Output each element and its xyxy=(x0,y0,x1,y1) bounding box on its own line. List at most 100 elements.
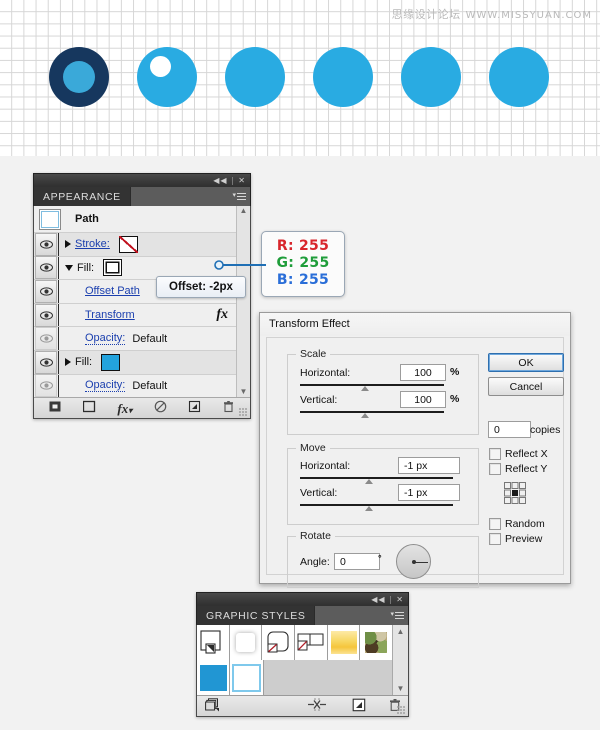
cancel-button[interactable]: Cancel xyxy=(488,377,564,396)
appearance-row-opacity-2[interactable]: Opacity: Default xyxy=(34,374,237,398)
transform-cell[interactable]: Transform fx xyxy=(59,304,237,327)
graphic-styles-titlebar-icons[interactable]: ◀◀ | ✕ xyxy=(371,594,404,605)
style-outlined-blue[interactable] xyxy=(230,660,264,696)
style-yellow-gradient[interactable] xyxy=(327,625,361,661)
visibility-eye-icon[interactable] xyxy=(35,303,57,327)
fill-blue-label: Fill: xyxy=(75,356,93,369)
panel-menu-button[interactable]: ▾ xyxy=(232,190,246,202)
move-vertical-slider[interactable] xyxy=(300,504,453,506)
collapse-icon[interactable]: ◀◀ xyxy=(213,176,227,185)
scale-horizontal-slider-thumb[interactable] xyxy=(361,386,369,391)
appearance-target-row[interactable]: Path xyxy=(34,206,237,233)
checkbox-box-icon[interactable] xyxy=(489,448,501,460)
stroke-cell[interactable]: Stroke: xyxy=(59,233,237,256)
collapse-icon[interactable]: ◀◀ xyxy=(371,595,385,604)
scroll-down-icon[interactable]: ▼ xyxy=(397,684,405,693)
style-rounded-nofill[interactable] xyxy=(262,625,296,661)
checkbox-box-icon[interactable] xyxy=(489,518,501,530)
style-default-none[interactable] xyxy=(197,625,230,661)
clear-appearance-icon[interactable] xyxy=(154,400,167,416)
opacity-1-label[interactable]: Opacity: xyxy=(85,332,126,346)
preview-checkbox[interactable]: Preview xyxy=(489,533,542,545)
style-solid-blue[interactable] xyxy=(197,660,231,696)
move-vertical-input[interactable]: -1 px xyxy=(398,484,460,501)
rotate-group: Rotate Angle: 0 ° xyxy=(287,530,479,588)
fx-icon[interactable]: fx xyxy=(216,307,228,323)
reflect-y-checkbox[interactable]: Reflect Y xyxy=(489,463,547,475)
move-vertical-slider-thumb[interactable] xyxy=(365,506,373,511)
scale-horizontal-input[interactable]: 100 xyxy=(400,364,446,381)
appearance-scrollbar[interactable]: ▲ ▼ xyxy=(236,206,250,398)
callout-connector-line xyxy=(214,260,266,270)
rotate-angle-dial[interactable] xyxy=(396,544,431,579)
visibility-eye-icon[interactable] xyxy=(35,256,57,280)
scroll-up-icon[interactable]: ▲ xyxy=(397,627,405,636)
expand-triangle-icon[interactable] xyxy=(65,358,71,367)
appearance-titlebar-icons[interactable]: ◀◀ | ✕ xyxy=(213,175,246,186)
checkbox-box-icon[interactable] xyxy=(489,533,501,545)
visibility-eye-icon[interactable] xyxy=(35,374,57,398)
move-horizontal-slider-thumb[interactable] xyxy=(365,479,373,484)
appearance-panel-titlebar[interactable]: ◀◀ | ✕ xyxy=(33,173,251,187)
visibility-eye-icon[interactable] xyxy=(35,327,57,351)
appearance-row-opacity-1[interactable]: Opacity: Default xyxy=(34,327,237,351)
scale-vertical-slider[interactable] xyxy=(300,411,444,413)
circle-plain-4 xyxy=(313,47,373,107)
checkbox-box-icon[interactable] xyxy=(489,463,501,475)
visibility-eye-icon[interactable] xyxy=(35,232,57,256)
offset-path-label[interactable]: Offset Path xyxy=(85,285,140,297)
reflect-x-checkbox[interactable]: Reflect X xyxy=(489,448,548,460)
appearance-row-stroke[interactable]: Stroke: xyxy=(34,232,237,257)
add-new-stroke-icon[interactable] xyxy=(49,400,62,416)
add-new-fill-icon[interactable] xyxy=(82,400,96,416)
anchor-point-grid-icon[interactable] xyxy=(503,481,527,505)
style-soft-shadow[interactable] xyxy=(229,625,263,661)
close-icon[interactable]: ✕ xyxy=(396,595,404,604)
ok-button[interactable]: OK xyxy=(488,353,564,372)
fill-swatch-white[interactable] xyxy=(103,259,123,277)
opacity-2-cell[interactable]: Opacity: Default xyxy=(59,375,237,398)
scale-vertical-input[interactable]: 100 xyxy=(400,391,446,408)
duplicate-item-icon[interactable] xyxy=(188,400,201,416)
rotate-angle-input[interactable]: 0 xyxy=(334,553,380,570)
scroll-up-icon[interactable]: ▲ xyxy=(240,206,248,216)
break-link-to-style-icon[interactable] xyxy=(306,698,328,714)
panel-menu-button[interactable]: ▾ xyxy=(390,609,404,621)
appearance-row-fill-blue[interactable]: Fill: xyxy=(34,350,237,375)
scroll-down-icon[interactable]: ▼ xyxy=(240,387,248,397)
panel-resize-gripper[interactable] xyxy=(397,706,405,714)
graphic-styles-libraries-icon[interactable] xyxy=(205,697,221,715)
opacity-1-cell[interactable]: Opacity: Default xyxy=(59,327,237,350)
style-camo-pattern[interactable] xyxy=(360,625,394,661)
panel-resize-gripper[interactable] xyxy=(239,408,247,417)
opacity-2-label[interactable]: Opacity: xyxy=(85,379,126,393)
graphic-styles-titlebar[interactable]: ◀◀ | ✕ xyxy=(196,592,409,606)
transform-label[interactable]: Transform xyxy=(85,309,135,321)
new-graphic-style-icon[interactable] xyxy=(352,698,366,715)
tab-appearance[interactable]: APPEARANCE xyxy=(34,187,130,206)
move-horizontal-input[interactable]: -1 px xyxy=(398,457,460,474)
tab-graphic-styles[interactable]: GRAPHIC STYLES xyxy=(197,606,315,625)
appearance-row-transform[interactable]: Transform fx xyxy=(34,303,237,328)
scale-vertical-slider-thumb[interactable] xyxy=(361,413,369,418)
transform-effect-dialog: Transform Effect Scale Horizontal: 100 %… xyxy=(259,312,571,588)
visibility-eye-icon[interactable] xyxy=(35,279,57,303)
move-legend: Move xyxy=(296,442,330,454)
style-split-box[interactable] xyxy=(295,625,328,661)
fill-swatch-blue[interactable] xyxy=(101,353,121,371)
add-effect-fx-icon[interactable]: fx▾ xyxy=(117,402,132,415)
collapse-triangle-icon[interactable] xyxy=(65,264,73,271)
stroke-label[interactable]: Stroke: xyxy=(75,238,110,250)
graphic-styles-scrollbar[interactable]: ▲ ▼ xyxy=(392,625,408,695)
random-checkbox[interactable]: Random xyxy=(489,518,545,530)
delete-item-icon[interactable] xyxy=(222,400,235,416)
expand-triangle-icon[interactable] xyxy=(65,240,71,249)
scale-horizontal-slider[interactable] xyxy=(300,384,444,386)
rgb-callout: R: 255 G: 255 B: 255 xyxy=(261,231,345,297)
close-icon[interactable]: ✕ xyxy=(238,176,246,185)
fill-blue-cell[interactable]: Fill: xyxy=(59,351,237,374)
visibility-eye-icon[interactable] xyxy=(35,350,57,374)
copies-input[interactable]: 0 xyxy=(488,421,531,438)
move-horizontal-slider[interactable] xyxy=(300,477,453,479)
stroke-swatch-none[interactable] xyxy=(118,235,138,253)
